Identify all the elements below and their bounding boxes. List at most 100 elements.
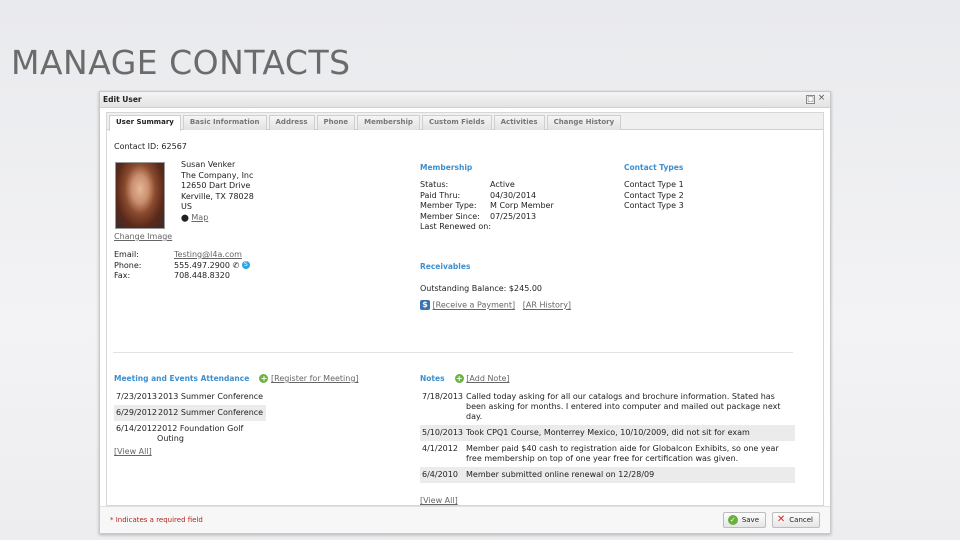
cancel-label: Cancel — [789, 516, 813, 524]
save-button[interactable]: ✓ Save — [722, 512, 766, 528]
meetings-view-all-link[interactable]: [View All] — [114, 447, 152, 456]
dialog-body: User Summary Basic Information Address P… — [106, 112, 824, 506]
outstanding-balance: Outstanding Balance: $245.00 — [420, 284, 542, 293]
contact-type-item: Contact Type 1 — [624, 180, 684, 189]
paid-thru-value: 04/30/2014 — [490, 190, 537, 200]
notes-header: Notes + [Add Note] — [420, 374, 510, 383]
fax-value: 708.448.8320 — [174, 271, 230, 280]
note-text: Called today asking for all our catalogs… — [466, 392, 781, 421]
meetings-heading: Meeting and Events Attendance — [114, 374, 250, 383]
note-text: Took CPQ1 Course, Monterrey Mexico, 10/1… — [466, 428, 750, 437]
note-date: 6/4/2010 — [422, 470, 458, 479]
status-value: Active — [490, 180, 515, 189]
membership-heading: Membership — [420, 163, 473, 172]
member-since-value: 07/25/2013 — [490, 211, 537, 221]
edit-user-dialog: Edit User □ × User Summary Basic Informa… — [99, 91, 831, 534]
tab-change-history[interactable]: Change History — [546, 115, 622, 130]
member-type-label: Member Type: — [420, 201, 477, 210]
save-label: Save — [741, 516, 759, 524]
change-image-link[interactable]: Change Image — [114, 232, 172, 241]
receivables-heading: Receivables — [420, 262, 471, 271]
list-item: 6/14/2012 2012 Foundation Golf Outing — [114, 421, 266, 447]
meeting-name: 2012 Summer Conference — [158, 408, 264, 417]
list-item: 4/1/2012 Member paid $40 cash to registra… — [420, 441, 795, 467]
receivables-actions: $ [Receive a Payment] [AR History] — [420, 300, 571, 310]
register-meeting-link[interactable]: [Register for Meeting] — [271, 374, 359, 383]
paid-thru-label: Paid Thru: — [420, 190, 461, 200]
list-item: 6/29/2012 2012 Summer Conference — [114, 405, 266, 421]
list-item: 5/10/2013 Took CPQ1 Course, Monterrey Mex… — [420, 425, 795, 441]
add-icon[interactable]: + — [259, 374, 269, 383]
note-text: Member submitted online renewal on 12/28… — [466, 470, 655, 479]
phone-value: 555.497.2900 — [174, 260, 230, 270]
tab-address[interactable]: Address — [268, 115, 315, 130]
section-divider — [113, 352, 793, 353]
contact-types-heading: Contact Types — [624, 163, 684, 172]
cancel-button[interactable]: ✕ Cancel — [771, 512, 820, 528]
phone-label: Phone: — [114, 260, 142, 270]
notes-view-all-link[interactable]: [View All] — [420, 496, 458, 505]
add-note-link[interactable]: [Add Note] — [466, 374, 509, 383]
notes-heading: Notes — [420, 374, 445, 383]
note-text: Member paid $40 cash to registration aid… — [466, 444, 779, 463]
member-since-label: Member Since: — [420, 211, 480, 221]
contact-type-item: Contact Type 2 — [624, 190, 684, 200]
fax-label: Fax: — [114, 271, 131, 280]
meeting-date: 6/14/2012 — [116, 424, 158, 433]
ar-history-link[interactable]: [AR History] — [523, 301, 571, 310]
contact-name: Susan Venker — [181, 160, 236, 169]
list-item: 7/23/2013 2013 Summer Conference — [114, 389, 266, 405]
dialog-footer: * Indicates a required field ✓ Save ✕ Ca… — [100, 506, 830, 533]
note-date: 5/10/2013 — [422, 428, 464, 437]
member-type-value: M Corp Member — [490, 201, 554, 210]
meeting-date: 6/29/2012 — [116, 408, 158, 417]
contact-photo — [115, 162, 165, 229]
slide-title: MANAGE CONTACTS — [11, 43, 351, 82]
contact-country: US — [181, 202, 192, 211]
meetings-list: 7/23/2013 2013 Summer Conference 6/29/201… — [114, 389, 266, 447]
email-label: Email: — [114, 250, 139, 259]
tab-custom-fields[interactable]: Custom Fields — [421, 115, 492, 130]
meeting-name: 2012 Foundation Golf Outing — [157, 424, 244, 443]
add-icon[interactable]: + — [454, 374, 464, 383]
receive-payment-link[interactable]: [Receive a Payment] — [433, 301, 516, 310]
tab-basic-information[interactable]: Basic Information — [182, 115, 267, 130]
dialog-titlebar: Edit User □ × — [100, 92, 830, 108]
list-item: 7/18/2013 Called today asking for all our… — [420, 389, 795, 425]
tab-membership[interactable]: Membership — [357, 115, 420, 130]
skype-icon[interactable]: S — [241, 260, 250, 269]
user-summary-panel: Contact ID: 62567 Susan Venker The Compa… — [107, 130, 823, 505]
meeting-name: 2013 Summer Conference — [158, 392, 264, 401]
meetings-header: Meeting and Events Attendance + [Registe… — [114, 374, 359, 383]
status-label: Status: — [420, 180, 449, 189]
dialog-title: Edit User — [103, 95, 142, 104]
email-link[interactable]: Testing@l4a.com — [174, 250, 242, 261]
tab-activities[interactable]: Activities — [493, 115, 545, 130]
close-icon[interactable]: × — [817, 94, 826, 104]
note-date: 7/18/2013 — [422, 392, 464, 401]
phone-icon[interactable]: ✆ — [233, 261, 240, 272]
meeting-date: 7/23/2013 — [116, 392, 158, 401]
required-field-note: * Indicates a required field — [110, 516, 203, 524]
membership-details: Status: Active Paid Thru: 04/30/2014 Membe… — [420, 180, 554, 233]
list-item: 6/4/2010 Member submitted online renewal … — [420, 467, 795, 483]
last-renewed-label: Last Renewed on: — [420, 222, 492, 231]
contact-id: Contact ID: 62567 — [114, 142, 187, 151]
address-block: Susan Venker The Company, Inc 12650 Dart… — [181, 160, 254, 223]
notes-list: 7/18/2013 Called today asking for all our… — [420, 389, 795, 483]
map-pin-icon: ⬤ — [181, 213, 189, 222]
check-icon: ✓ — [727, 515, 738, 525]
maximize-icon[interactable]: □ — [806, 95, 815, 104]
tab-phone[interactable]: Phone — [316, 115, 356, 130]
map-link[interactable]: Map — [191, 213, 208, 222]
cancel-x-icon: ✕ — [776, 514, 786, 525]
contact-street: 12650 Dart Drive — [181, 181, 251, 190]
contact-company: The Company, Inc — [181, 170, 254, 180]
note-date: 4/1/2012 — [422, 444, 458, 453]
contact-type-item: Contact Type 3 — [624, 201, 684, 210]
tab-user-summary[interactable]: User Summary — [109, 115, 181, 131]
tab-bar: User Summary Basic Information Address P… — [107, 113, 823, 131]
contact-city: Kerville, TX 78028 — [181, 191, 254, 201]
dollar-icon: $ — [420, 300, 430, 310]
contact-types-list: Contact Type 1 Contact Type 2 Contact Ty… — [624, 180, 684, 212]
